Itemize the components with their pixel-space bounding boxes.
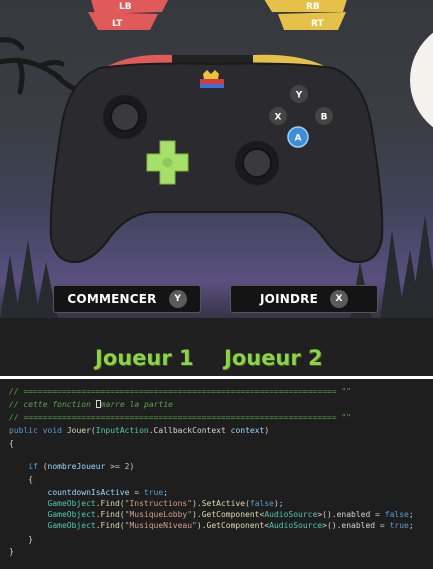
left-stick[interactable] [110, 102, 140, 132]
controller-body [49, 62, 384, 264]
right-bumpers: RB RT [262, 0, 348, 30]
code-line-11: GameObject.Find("Instructions").SetActiv… [47, 499, 284, 508]
code-line-10: countdownIsActive = true; [47, 488, 168, 497]
x-label: X [275, 113, 282, 123]
dpad-center [162, 157, 173, 168]
bare-tree [0, 37, 91, 95]
y-label: Y [295, 91, 303, 101]
code-line-3: // =====================================… [9, 413, 351, 422]
joindre-button[interactable]: JOINDRE X [230, 285, 378, 313]
code-line-14: } [28, 535, 34, 544]
ground [0, 318, 433, 376]
code-line-2: // cette fonction marre la partie [9, 400, 173, 409]
code-line-8: { [28, 475, 34, 484]
player-2-label: Joueur 2 [224, 346, 323, 370]
rt-label: RT [311, 19, 325, 29]
x-badge-icon: X [329, 290, 348, 308]
rb-bumper[interactable] [262, 0, 348, 12]
code-line-12: GameObject.Find("MusiqueLobby").GetCompo… [47, 510, 414, 519]
b-label: B [321, 113, 328, 123]
code-line-5: { [9, 439, 14, 448]
y-badge-icon: Y [168, 290, 187, 308]
code-line-15: } [9, 547, 14, 556]
commencer-button[interactable]: COMMENCER Y [53, 285, 201, 313]
right-stick[interactable] [242, 148, 272, 178]
code-line-1: // =====================================… [9, 387, 351, 396]
joindre-label: JOINDRE [260, 292, 318, 306]
a-label: A [295, 134, 302, 144]
lt-trigger[interactable] [88, 12, 158, 30]
code-line-4: public void Jouer(InputAction.CallbackCo… [9, 426, 270, 435]
game-viewport: LB LT RB RT Y X B A COMMENCER Y JOINDRE … [0, 0, 433, 376]
lb-label: LB [119, 2, 132, 12]
player-1-label: Joueur 1 [95, 346, 194, 370]
left-bumpers: LB LT [88, 0, 168, 30]
lt-label: LT [112, 19, 123, 29]
rb-label: RB [306, 2, 320, 12]
commencer-label: COMMENCER [67, 292, 157, 306]
code-line-13: GameObject.Find("MusiqueNiveau").GetComp… [47, 521, 414, 530]
game-scene: LB LT RB RT Y X B A [0, 0, 433, 376]
code-editor[interactable]: // =====================================… [0, 379, 433, 569]
moon [410, 32, 433, 128]
code-line-7: if (nombreJoueur >= 2) [28, 462, 135, 471]
